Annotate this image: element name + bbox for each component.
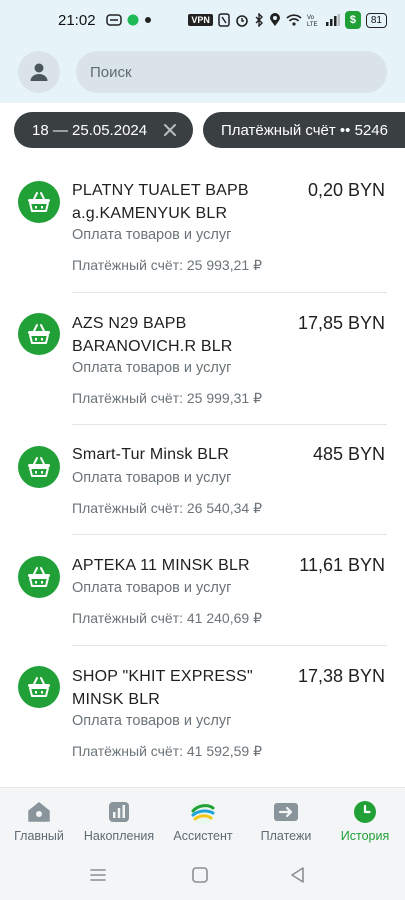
bottom-navigation: Главный Накопления Ассистент Платежи Ист… [0,787,405,850]
transaction-category: Оплата товаров и услуг [72,580,232,596]
transaction-balance: Платёжный счёт: 26 540,34 ₽ [72,500,262,516]
shopping-basket-icon [18,313,60,355]
transaction-merchant: Smart-Tur Minsk BLR [72,446,230,463]
transaction-category: Оплата товаров и услуг [72,713,232,729]
transaction-balance: Платёжный счёт: 41 592,59 ₽ [72,743,262,759]
nav-item-assistant[interactable]: Ассистент [166,788,240,851]
user-icon [30,63,48,81]
savings-chart-icon [106,799,132,825]
transaction-merchant: AZS N29 BAPB BARANOVICH.R BLR [72,315,233,355]
message-icon [105,14,122,26]
transaction-list: PLATNY TUALET BAPB a.g.KAMENYUK BLR 0,20… [0,157,405,782]
filter-chips: 18 — 25.05.2024 Платёжный счёт •• 5246 [0,103,405,157]
location-icon [269,13,280,26]
history-clock-icon [352,799,378,825]
nav-item-savings[interactable]: Накопления [80,788,158,851]
nav-label-home: Главный [14,829,64,843]
transaction-amount: 485 BYN [312,444,385,464]
svg-text:LTE: LTE [307,22,318,27]
nav-item-history[interactable]: История [332,788,398,851]
signal-icon [325,14,340,26]
svg-text:Vo: Vo [307,15,315,21]
status-bar: 21:02 VPN Vo LTE $ 81 [0,0,405,40]
date-range-label: 18 — 25.05.2024 [32,121,148,139]
recent-apps-icon[interactable] [88,865,108,885]
transaction-item[interactable]: SHOP "KHIT EXPRESS" MINSK BLR 17,38 BYN … [0,646,405,782]
nav-label-savings: Накопления [83,829,155,843]
nfc-icon [218,13,230,27]
vpn-badge: VPN [188,14,213,26]
shopping-basket-icon [18,446,60,488]
profile-avatar-button[interactable] [18,51,60,93]
transaction-merchant: APTEKA 11 MINSK BLR [72,557,250,574]
home-button-icon[interactable] [190,865,210,885]
system-navigation-bar [0,850,405,900]
bluetooth-icon [255,13,263,27]
account-filter-label: Платёжный счёт •• 5246 [221,121,388,139]
transaction-balance: Платёжный счёт: 25 999,31 ₽ [72,390,262,406]
spotify-icon [127,14,139,26]
date-range-filter-chip[interactable]: 18 — 25.05.2024 [14,112,193,148]
search-placeholder: Поиск [90,63,132,81]
transaction-item[interactable]: APTEKA 11 MINSK BLR 11,61 BYN Оплата тов… [0,535,405,646]
volte-icon: VoLTE [307,15,318,27]
transaction-item[interactable]: AZS N29 BAPB BARANOVICH.R BLR 17,85 BYN … [0,293,405,425]
nav-item-home[interactable]: Главный [4,788,74,851]
transaction-item[interactable]: Smart-Tur Minsk BLR 485 BYN Оплата товар… [0,425,405,535]
payments-arrow-icon [273,799,299,825]
transaction-amount: 17,85 BYN [297,313,385,333]
close-icon[interactable] [161,121,179,139]
transaction-category: Оплата товаров и услуг [72,470,232,486]
dot-icon [144,17,151,23]
nav-label-assistant: Ассистент [173,829,233,843]
nav-label-payments: Платежи [260,829,312,843]
alarm-icon [236,15,248,27]
bank-notification-icon: $ [344,11,361,29]
back-icon[interactable] [288,865,308,885]
battery-indicator: 81 [365,12,387,28]
app-header: Поиск [0,40,405,103]
transaction-item[interactable]: PLATNY TUALET BAPB a.g.KAMENYUK BLR 0,20… [0,157,405,293]
transaction-balance: Платёжный счёт: 41 240,69 ₽ [72,610,262,626]
transaction-amount: 11,61 BYN [299,555,385,575]
transaction-category: Оплата товаров и услуг [72,227,232,243]
home-icon [26,799,52,825]
search-input[interactable]: Поиск [76,51,387,93]
transaction-merchant: PLATNY TUALET BAPB a.g.KAMENYUK BLR [72,182,249,222]
transaction-balance: Платёжный счёт: 25 993,21 ₽ [72,257,262,273]
nav-label-history: История [340,829,390,843]
shopping-basket-icon [18,666,60,708]
wifi-icon [286,14,302,26]
shopping-basket-icon [18,556,60,598]
shopping-basket-icon [18,181,60,223]
transaction-amount: 17,38 BYN [297,666,385,686]
transaction-amount: 0,20 BYN [307,180,385,200]
assistant-logo-icon [190,799,216,825]
account-filter-chip[interactable]: Платёжный счёт •• 5246 [203,112,405,148]
transaction-merchant: SHOP "KHIT EXPRESS" MINSK BLR [72,668,253,708]
transaction-category: Оплата товаров и услуг [72,360,232,376]
nav-item-payments[interactable]: Платежи [252,788,320,851]
status-time: 21:02 [58,11,96,29]
